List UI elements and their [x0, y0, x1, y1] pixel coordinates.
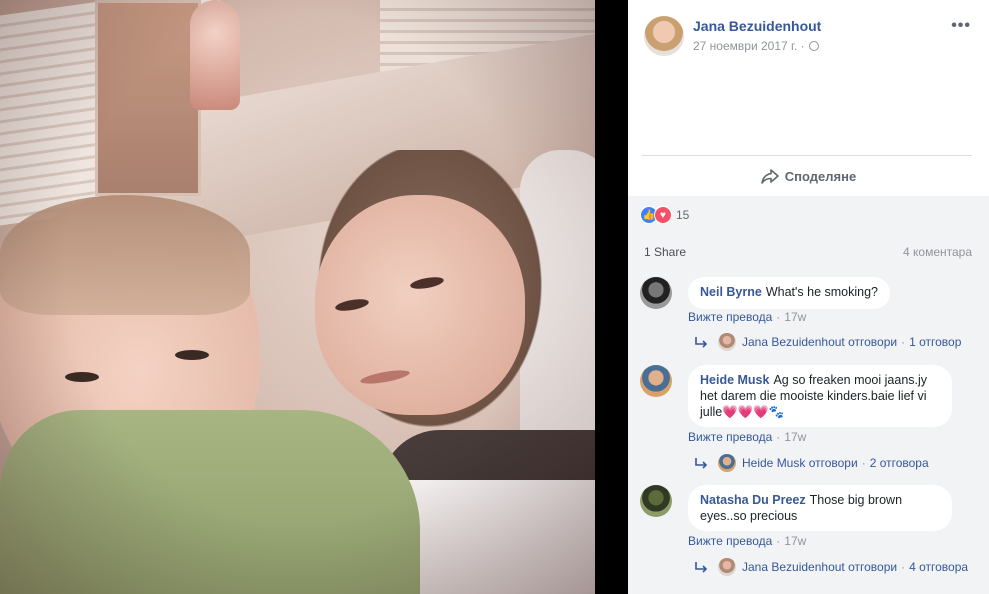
shares-link[interactable]: 1 Share	[644, 245, 686, 259]
reply-count[interactable]: 4 отговора	[909, 560, 968, 574]
commenter-name[interactable]: Natasha Du Preez	[700, 493, 806, 507]
globe-icon	[808, 41, 819, 51]
share-icon	[760, 169, 779, 184]
replies-row[interactable]: Heide Musk отговори · 2 отговора	[694, 454, 929, 472]
photo-detail	[0, 0, 595, 594]
photo-viewer: Jana Bezuidenhout 27 ноември 2017 г. · •…	[0, 0, 989, 594]
translate-link[interactable]: Вижте превода	[688, 430, 772, 444]
reply-arrow-icon	[695, 337, 708, 348]
love-reaction-icon: ♥	[654, 206, 672, 224]
translate-link[interactable]: Вижте превода	[688, 310, 772, 324]
post-photo[interactable]	[0, 0, 595, 594]
reply-avatar	[718, 558, 736, 576]
comment-actions: Вижте превода · 17w	[688, 430, 807, 444]
reply-author[interactable]: Heide Musk отговори	[742, 456, 858, 470]
comment-bubble: Natasha Du Preez Those big brown eyes..so…	[688, 485, 952, 531]
commenter-avatar[interactable]	[640, 277, 672, 309]
reply-count[interactable]: 1 отговор	[909, 335, 961, 349]
comment-time[interactable]: 17w	[784, 310, 806, 324]
divider	[642, 155, 972, 156]
commenter-name[interactable]: Neil Byrne	[700, 285, 762, 299]
commenter-avatar[interactable]	[640, 365, 672, 397]
replies-row[interactable]: Jana Bezuidenhout отговори · 4 отговора	[694, 558, 968, 576]
comment-bubble: Neil Byrne What's he smoking?	[688, 277, 891, 309]
reactions-summary[interactable]: 👍 ♥ 15	[640, 206, 689, 224]
comment-text: What's he smoking?	[765, 285, 879, 299]
reactions-count: 15	[676, 208, 690, 222]
commenter-name[interactable]: Heide Musk	[700, 373, 769, 387]
comment-time[interactable]: 17w	[784, 430, 806, 444]
share-button[interactable]: Споделяне	[628, 157, 989, 195]
reply-count[interactable]: 2 отговора	[870, 456, 929, 470]
author-avatar[interactable]	[644, 16, 684, 56]
comment-bubble: Heide Musk Ag so freaken mooi jaans.jy he…	[688, 365, 952, 427]
reply-arrow-icon	[695, 458, 708, 469]
commenter-avatar[interactable]	[640, 485, 672, 517]
comments-count[interactable]: 4 коментара	[903, 245, 972, 259]
post-sidebar: Jana Bezuidenhout 27 ноември 2017 г. · •…	[628, 0, 989, 594]
reply-avatar	[718, 454, 736, 472]
reply-avatar	[718, 333, 736, 351]
share-label: Споделяне	[784, 168, 857, 184]
post-meta-row: 1 Share 4 коментара	[644, 245, 972, 259]
post-date[interactable]: 27 ноември 2017 г. ·	[693, 39, 819, 53]
comment-actions: Вижте превода · 17w	[688, 310, 807, 324]
replies-row[interactable]: Jana Bezuidenhout отговори · 1 отговор	[694, 333, 961, 351]
reply-author[interactable]: Jana Bezuidenhout отговори	[742, 335, 897, 349]
post-header: Jana Bezuidenhout 27 ноември 2017 г. · •…	[628, 0, 989, 60]
more-options-icon[interactable]: •••	[951, 17, 971, 35]
comment-time[interactable]: 17w	[784, 534, 806, 548]
reply-arrow-icon	[695, 562, 708, 573]
translate-link[interactable]: Вижте превода	[688, 534, 772, 548]
post-date-text[interactable]: 27 ноември 2017 г. ·	[693, 39, 805, 53]
reply-author[interactable]: Jana Bezuidenhout отговори	[742, 560, 897, 574]
author-name[interactable]: Jana Bezuidenhout	[693, 18, 821, 34]
comment-actions: Вижте превода · 17w	[688, 534, 807, 548]
